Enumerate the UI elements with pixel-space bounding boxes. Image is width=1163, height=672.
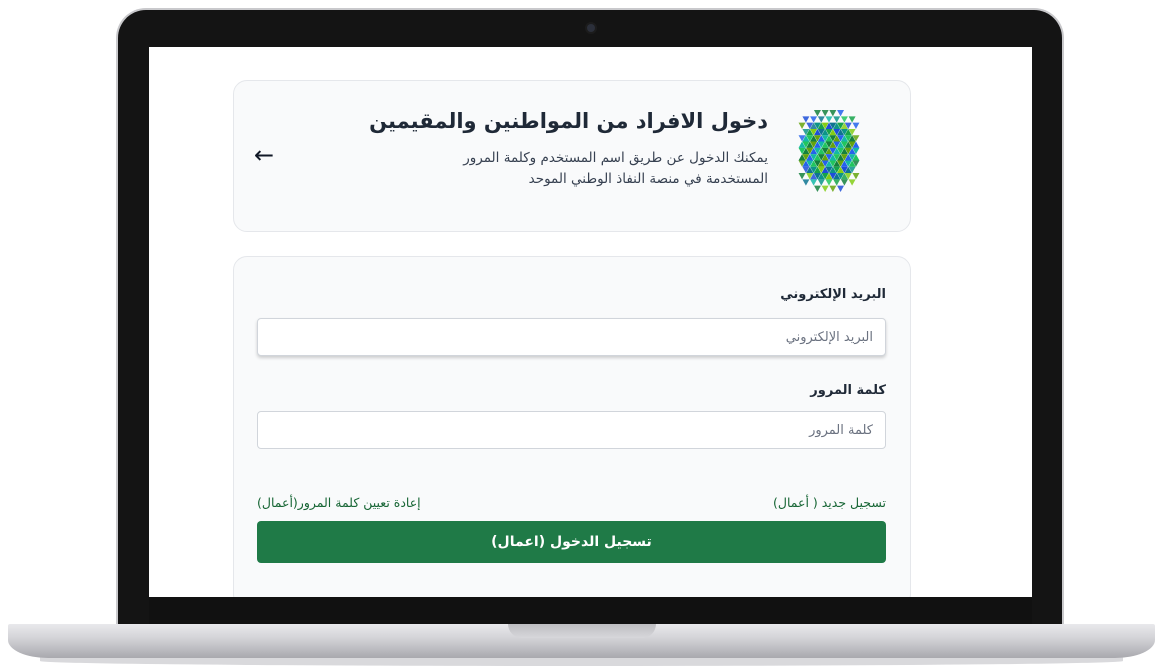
- logo-triangle: [817, 179, 825, 186]
- logo-triangle: [798, 173, 806, 180]
- logo-triangle: [840, 179, 848, 186]
- back-arrow-icon[interactable]: ←: [254, 143, 274, 167]
- logo-triangle: [825, 179, 833, 186]
- laptop-chin: [149, 597, 1032, 625]
- national-sso-logo-icon: [798, 110, 860, 192]
- login-button[interactable]: تسجيل الدخول (اعمال): [257, 521, 886, 563]
- logo-triangle: [833, 179, 841, 186]
- logo-triangle: [802, 179, 810, 186]
- logo-triangle: [852, 173, 860, 180]
- logo-triangle: [810, 116, 818, 123]
- reset-password-link[interactable]: إعادة تعيين كلمة المرور(أعمال): [257, 495, 421, 510]
- logo-triangle: [840, 116, 848, 123]
- logo-triangle: [813, 110, 821, 117]
- password-label: كلمة المرور: [810, 383, 886, 398]
- logo-triangle: [821, 185, 829, 192]
- logo-triangle: [817, 116, 825, 123]
- logo-triangle: [837, 185, 845, 192]
- logo-triangle: [852, 122, 860, 129]
- logo-triangle: [837, 110, 845, 117]
- screen: دخول الافراد من المواطنين والمقيمين يمكن…: [149, 47, 1032, 597]
- email-label: البريد الإلكتروني: [780, 287, 886, 302]
- logo-triangle: [821, 110, 829, 117]
- logo-triangle: [810, 179, 818, 186]
- register-business-link[interactable]: تسجيل جديد ( أعمال): [773, 495, 886, 510]
- logo-triangle: [848, 116, 856, 123]
- password-input[interactable]: [257, 411, 886, 449]
- logo-triangle: [813, 185, 821, 192]
- logo-triangle: [802, 116, 810, 123]
- logo-triangle: [798, 122, 806, 129]
- logo-triangle: [848, 179, 856, 186]
- logo-triangle: [829, 110, 837, 117]
- laptop-notch: [508, 624, 656, 638]
- logo-triangle: [833, 116, 841, 123]
- logo-triangle: [829, 185, 837, 192]
- email-input[interactable]: [257, 318, 886, 356]
- page-subtitle: يمكنك الدخول عن طريق اسم المستخدم وكلمة …: [463, 150, 768, 187]
- camera-icon: [587, 24, 595, 32]
- page-title: دخول الافراد من المواطنين والمقيمين: [369, 109, 768, 133]
- logo-triangle: [825, 116, 833, 123]
